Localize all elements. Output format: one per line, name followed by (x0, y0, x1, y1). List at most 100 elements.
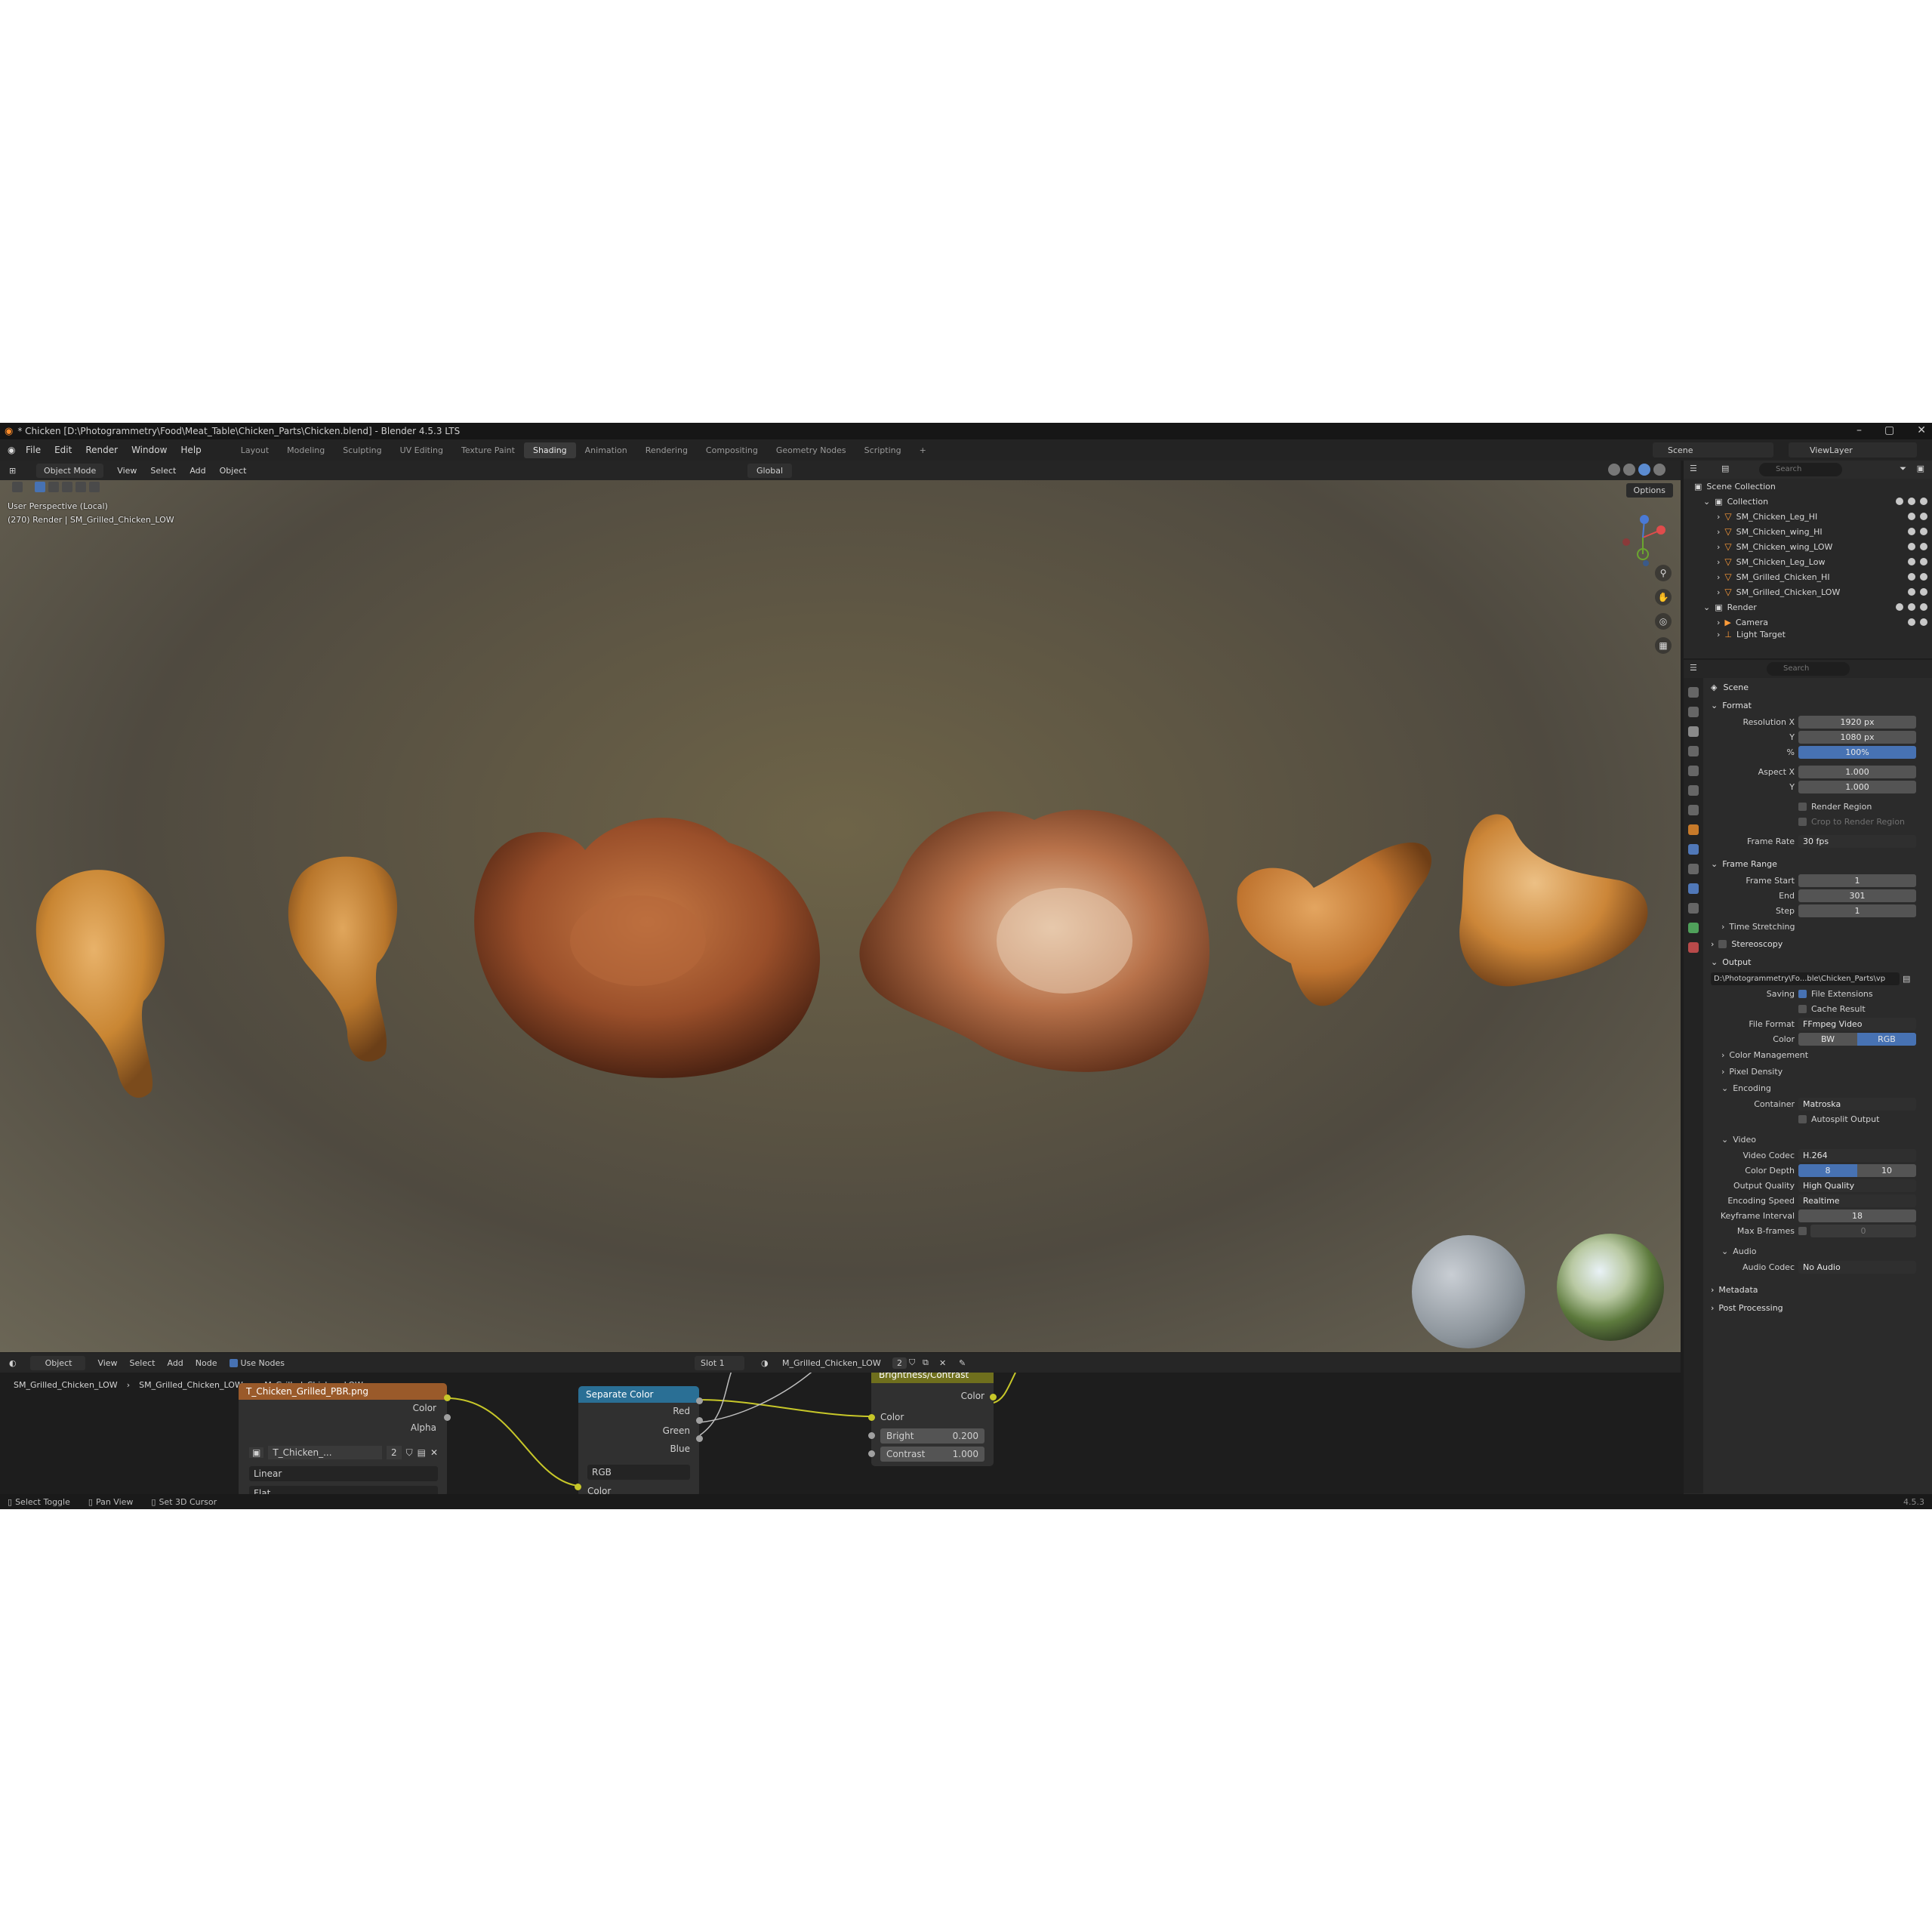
properties-search-input[interactable]: Search (1767, 662, 1850, 676)
outliner-row-object-active[interactable]: › ▽ SM_Grilled_Chicken_LOW (1684, 584, 1932, 599)
node-menu-add[interactable]: Add (167, 1358, 183, 1368)
scene-selector[interactable]: Scene (1653, 442, 1773, 458)
menu-render[interactable]: Render (85, 445, 118, 455)
frame-range-panel-header[interactable]: ⌄ Frame Range (1705, 855, 1932, 873)
crop-region-checkbox[interactable]: Crop to Render Region (1798, 817, 1905, 827)
color-rgb-option[interactable]: RGB (1857, 1032, 1916, 1046)
separate-color-input-socket[interactable] (575, 1484, 581, 1490)
camera-icon[interactable] (1920, 588, 1927, 596)
output-tab-icon[interactable] (1688, 726, 1699, 737)
chicken-wing-low-model[interactable] (1231, 827, 1442, 1009)
data-tab-icon[interactable] (1688, 923, 1699, 933)
expand-icon[interactable]: › (1717, 618, 1720, 627)
menu-help[interactable]: Help (180, 445, 201, 455)
camera-icon[interactable] (1920, 528, 1927, 535)
close-icon[interactable]: ✕ (1917, 424, 1926, 436)
eye-icon[interactable] (1908, 498, 1915, 505)
tab-animation[interactable]: Animation (576, 442, 636, 458)
keyframe-interval-field[interactable]: 18 (1798, 1209, 1916, 1222)
red-output-socket[interactable] (696, 1397, 703, 1404)
exclude-checkbox[interactable] (1896, 603, 1903, 611)
resolution-x-field[interactable]: 1920 px (1798, 715, 1916, 729)
projection-dropdown[interactable]: Flat (249, 1486, 438, 1494)
material-preview-icon[interactable] (1638, 464, 1650, 476)
wireframe-shading-icon[interactable] (1608, 464, 1620, 476)
eye-icon[interactable] (1908, 618, 1915, 626)
eye-icon[interactable] (1908, 543, 1915, 550)
select-invert-icon[interactable] (89, 482, 100, 492)
3d-viewport[interactable]: Options User Perspective (Local) (270) R… (0, 480, 1681, 1352)
tab-geometry-nodes[interactable]: Geometry Nodes (767, 442, 855, 458)
zoom-icon[interactable]: ⚲ (1655, 565, 1672, 581)
outliner-row-render-collection[interactable]: ⌄ ▣ Render (1684, 599, 1932, 615)
eye-icon[interactable] (1908, 513, 1915, 520)
outliner-row-light-target[interactable]: › ⊥ Light Target (1684, 630, 1932, 639)
viewport-menu-view[interactable]: View (117, 466, 137, 476)
maximize-icon[interactable]: ▢ (1884, 424, 1894, 436)
separate-color-node[interactable]: Separate Color Red Green Blue RGB Color (578, 1386, 699, 1494)
outliner-row-scene-collection[interactable]: ▣ Scene Collection (1684, 479, 1932, 494)
mode-dropdown[interactable]: Object Mode (36, 463, 104, 478)
tab-texture-paint[interactable]: Texture Paint (452, 442, 524, 458)
scene-tab-icon[interactable] (1688, 766, 1699, 776)
chicken-leg-hi-model[interactable] (23, 850, 196, 1107)
bright-input-socket[interactable] (868, 1432, 875, 1439)
pin-icon[interactable]: ✎ (959, 1358, 966, 1368)
expand-icon[interactable]: › (1717, 630, 1720, 639)
video-subpanel-header[interactable]: ⌄ Video (1705, 1131, 1932, 1148)
select-tool-icon[interactable] (12, 482, 23, 492)
expand-icon[interactable]: ⌄ (1703, 497, 1710, 507)
display-mode-icon[interactable]: ▤ (1721, 464, 1729, 473)
outliner-row-object[interactable]: › ▽ SM_Grilled_Chicken_HI (1684, 569, 1932, 584)
duplicate-material-icon[interactable]: ⧉ (923, 1357, 929, 1368)
folder-icon[interactable]: ▤ (418, 1447, 426, 1458)
time-stretching-subpanel[interactable]: › Time Stretching (1705, 918, 1932, 935)
particles-tab-icon[interactable] (1688, 864, 1699, 874)
viewport-menu-object[interactable]: Object (220, 466, 247, 476)
encoding-speed-dropdown[interactable]: Realtime (1798, 1194, 1916, 1207)
eye-icon[interactable] (1908, 528, 1915, 535)
outliner-row-object[interactable]: › ▽ SM_Chicken_wing_LOW (1684, 539, 1932, 554)
color-bw-option[interactable]: BW (1798, 1032, 1857, 1046)
expand-icon[interactable]: › (1717, 512, 1720, 522)
camera-icon[interactable] (1920, 603, 1927, 611)
contrast-field[interactable]: Contrast 1.000 (880, 1447, 984, 1462)
expand-icon[interactable]: ⌄ (1703, 602, 1710, 612)
brightness-contrast-node[interactable]: Brightness/Contrast Color Color Bright 0… (871, 1373, 994, 1466)
tab-shading[interactable]: Shading (523, 442, 576, 458)
audio-codec-dropdown[interactable]: No Audio (1798, 1260, 1916, 1274)
outliner-row-collection[interactable]: ⌄ ▣ Collection (1684, 494, 1932, 509)
interpolation-dropdown[interactable]: Linear (249, 1466, 438, 1481)
select-extend-icon[interactable] (48, 482, 59, 492)
eye-icon[interactable] (1908, 573, 1915, 581)
expand-icon[interactable]: › (1717, 542, 1720, 552)
orientation-dropdown[interactable]: Global (747, 463, 793, 478)
tab-modeling[interactable]: Modeling (278, 442, 334, 458)
aspect-y-field[interactable]: 1.000 (1798, 780, 1916, 793)
resolution-percentage-field[interactable]: 100% (1798, 745, 1916, 759)
camera-icon[interactable] (1920, 558, 1927, 565)
view-layer-selector[interactable]: ViewLayer (1789, 442, 1917, 458)
grilled-chicken-low-model[interactable] (853, 790, 1223, 1084)
depth-8-option[interactable]: 8 (1798, 1163, 1857, 1177)
material-name-field[interactable]: M_Grilled_Chicken_LOW (782, 1358, 881, 1368)
node-menu-view[interactable]: View (97, 1358, 117, 1368)
file-extensions-checkbox[interactable]: File Extensions (1798, 989, 1873, 999)
output-path-field[interactable]: D:\Photogrammetry\Fo...ble\Chicken_Parts… (1711, 972, 1900, 985)
frame-step-field[interactable]: 1 (1798, 904, 1916, 917)
tab-layout[interactable]: Layout (232, 442, 278, 458)
minimize-icon[interactable]: – (1857, 424, 1862, 436)
container-dropdown[interactable]: Matroska (1798, 1097, 1916, 1111)
tab-scripting[interactable]: Scripting (855, 442, 911, 458)
output-quality-dropdown[interactable]: High Quality (1798, 1179, 1916, 1192)
viewport-menu-add[interactable]: Add (190, 466, 205, 476)
navigation-gizmo[interactable] (1613, 507, 1673, 568)
fake-user-icon[interactable]: ⛉ (406, 1447, 413, 1459)
material-users-count[interactable]: 2 (892, 1357, 907, 1369)
outliner-editor-icon[interactable]: ☰ (1690, 464, 1697, 473)
outliner-row-camera[interactable]: › ▶ Camera (1684, 615, 1932, 630)
camera-icon[interactable] (1920, 543, 1927, 550)
resolution-y-field[interactable]: 1080 px (1798, 730, 1916, 744)
select-subtract-icon[interactable] (62, 482, 72, 492)
separate-mode-dropdown[interactable]: RGB (587, 1465, 690, 1480)
